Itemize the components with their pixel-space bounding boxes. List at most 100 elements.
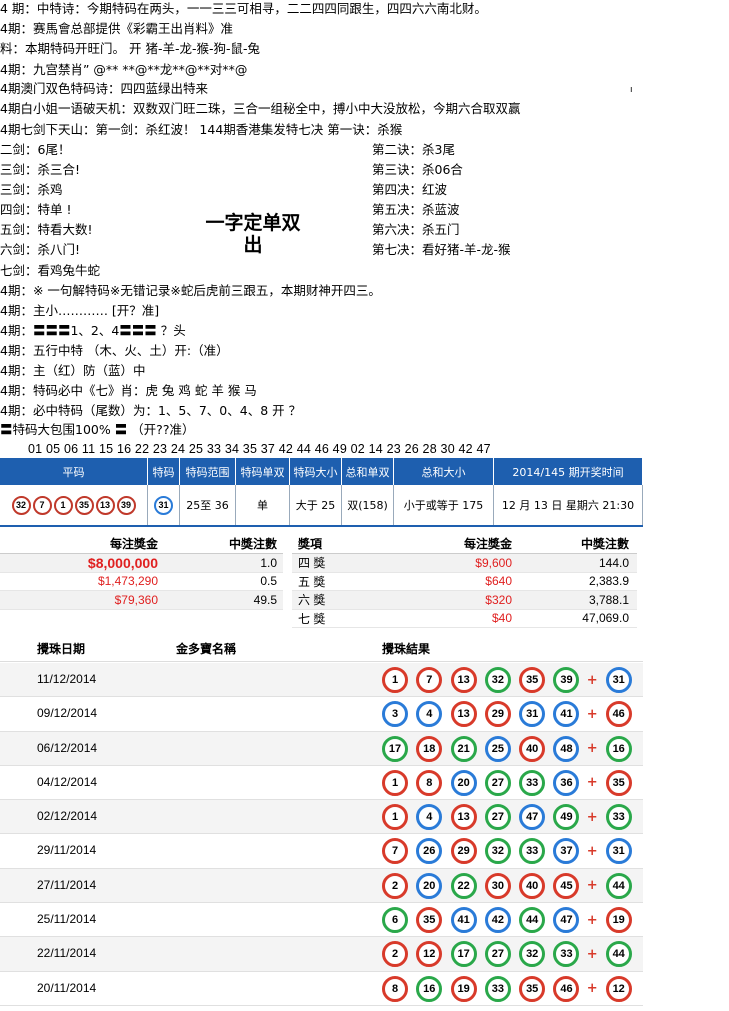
ball: 39 <box>553 667 580 693</box>
plus-sign: + <box>586 775 598 791</box>
header-count: 中獎注數 <box>580 537 629 551</box>
ball: 13 <box>450 804 477 831</box>
prize-table-right: 獎項 每注獎金 中獎注數 四 獎 $9,600 144.0 五 獎 $640 2… <box>292 534 637 628</box>
draw-table-header: 平码 特码 特码范围 特码单双 特码大小 总和单双 总和大小 2014/145 … <box>0 458 643 485</box>
history-row: 09/12/2014 3 4 13 29 31 41 +46 <box>0 697 643 732</box>
prize-left-header: 每注獎金 中獎注數 <box>0 534 283 554</box>
text-line: 4期：特码必中《七》肖：虎 兔 鸡 蛇 羊 猴 马 <box>0 383 257 398</box>
ball: 13 <box>450 701 477 728</box>
ball: 35 <box>416 907 443 934</box>
history-balls: 6 35 41 42 44 47 +19 <box>382 907 640 934</box>
stray-mark: ı <box>630 85 633 95</box>
prize-amount: $320 <box>485 592 512 607</box>
ball: 13 <box>95 495 115 515</box>
prize-name: 四 獎 <box>298 556 326 571</box>
right-col-line: 第四决：红波 <box>372 182 448 197</box>
history-date: 06/12/2014 <box>37 740 98 755</box>
ball: 33 <box>484 975 511 1002</box>
prize-row: 四 獎 $9,600 144.0 <box>292 554 637 573</box>
text-line: 4期白小姐一语破天机：双数双门旺二珠，三合一组秘全中，搏小中大没放松，今期六合取… <box>0 101 521 116</box>
history-row: 06/12/2014 17 18 21 25 40 48 +16 <box>0 731 643 766</box>
history-balls: 1 4 13 27 47 49 +33 <box>382 804 640 831</box>
text-line: 4期：〓〓〓1、2、4〓〓〓 ？头 <box>0 323 186 338</box>
text-line: 二剑：6尾！ <box>0 142 71 157</box>
prize-count: 2,383.9 <box>588 574 629 589</box>
prize-amount: $79,360 <box>114 592 158 607</box>
text-line: 4期：必中特码（尾数）为：1、5、7、0、4、8 开 ？ <box>0 403 302 418</box>
history-date: 25/11/2014 <box>37 912 97 927</box>
history-row: 04/12/2014 1 8 20 27 33 36 +35 <box>0 766 643 801</box>
ball: 27 <box>484 941 511 968</box>
ball: 40 <box>519 872 546 899</box>
header-count: 中獎注數 <box>228 537 277 551</box>
prize-count: 144.0 <box>598 555 629 570</box>
history-balls: 7 26 29 32 33 37 +31 <box>382 838 640 865</box>
header-regular-numbers: 平码 <box>0 458 148 485</box>
prize-name: 六 獎 <box>298 593 326 608</box>
text-line: 七剑：看鸡兔牛蛇 <box>0 263 101 278</box>
header-jackpot-name: 金多寶名稱 <box>176 642 237 656</box>
prize-row: 七 獎 $40 47,069.0 <box>292 610 637 628</box>
ball: 44 <box>519 907 546 934</box>
history-balls: 1 7 13 32 35 39 +31 <box>382 667 640 693</box>
header-prize-name: 獎項 <box>298 537 323 551</box>
ball: 40 <box>519 735 546 762</box>
number-pool-row: 01 05 06 11 15 16 22 23 24 25 33 34 35 3… <box>28 442 491 456</box>
ball: 35 <box>74 495 94 515</box>
ball: 18 <box>416 735 443 762</box>
odd-even-heading-line2: 出 <box>243 234 263 256</box>
ball: 17 <box>382 735 408 762</box>
ball: 27 <box>484 804 511 831</box>
ball: 47 <box>519 804 546 831</box>
ball: 4 <box>416 701 443 728</box>
history-date: 22/11/2014 <box>37 946 97 961</box>
text-line: 4期：九宫禁肖” @** **@**龙**@**对**@ <box>0 62 248 77</box>
history-row: 27/11/2014 2 20 22 30 40 45 +44 <box>0 868 643 904</box>
ball: 49 <box>553 804 580 831</box>
right-col-line: 第三诀：杀06合 <box>372 162 463 177</box>
header-special-range: 特码范围 <box>180 458 236 485</box>
prize-amount: $1,473,290 <box>97 574 158 589</box>
plus-sign: + <box>586 672 598 688</box>
text-line: 4期：五行中特 （木、火、土）开:（准） <box>0 343 229 358</box>
special-range: 25至 36 <box>180 485 236 525</box>
regular-balls: 32 7 1 35 13 39 <box>0 485 148 525</box>
special-ball: 31 <box>605 838 632 865</box>
special-ball: 33 <box>605 804 632 831</box>
text-line: 4期澳门双色特码诗：四四蓝绿出特来 <box>0 81 208 96</box>
ball: 7 <box>416 667 443 693</box>
draw-result-table: 平码 特码 特码范围 特码单双 特码大小 总和单双 总和大小 2014/145 … <box>0 458 643 527</box>
ball: 8 <box>416 769 443 796</box>
text-line: 三剑：杀三合! <box>0 162 81 177</box>
prize-row: $79,360 49.5 <box>0 591 283 610</box>
history-row: 25/11/2014 6 35 41 42 44 47 +19 <box>0 903 643 938</box>
special-ball: 46 <box>605 701 632 728</box>
ball: 4 <box>416 804 443 831</box>
prize-row: 六 獎 $320 3,788.1 <box>292 591 637 610</box>
text-line: 4期：主（红）防（蓝）中 <box>0 363 146 378</box>
prize-name: 七 獎 <box>298 611 326 626</box>
ball: 6 <box>382 907 408 934</box>
plus-sign: + <box>586 878 598 894</box>
history-date: 27/11/2014 <box>37 877 97 892</box>
ball: 32 <box>11 495 31 515</box>
history-list: 11/12/2014 1 7 13 32 35 39 +31 09/12/2014 3 4 13 29 3… <box>0 663 643 1006</box>
ball: 48 <box>553 735 580 762</box>
ball: 20 <box>416 872 443 899</box>
special-size: 大于 25 <box>290 485 342 525</box>
ball: 33 <box>553 941 580 968</box>
odd-even-heading: 一字定单双 出 <box>188 212 318 256</box>
ball: 13 <box>450 667 477 693</box>
ball: 35 <box>519 667 546 693</box>
special-ball: 31 <box>605 667 632 693</box>
ball: 41 <box>450 907 477 934</box>
prize-count: 3,788.1 <box>588 592 629 607</box>
history-date: 09/12/2014 <box>37 706 98 721</box>
ball: 35 <box>519 975 546 1002</box>
ball: 2 <box>382 872 408 899</box>
history-row: 20/11/2014 8 16 19 33 35 46 +12 <box>0 972 643 1006</box>
text-line: 4期七剑下天山：第一剑：杀红波！ 144期香港集发特七决 第一诀：杀猴 <box>0 122 403 137</box>
ball: 7 <box>382 838 408 865</box>
ball: 33 <box>519 769 546 796</box>
history-balls: 1 8 20 27 33 36 +35 <box>382 769 640 796</box>
